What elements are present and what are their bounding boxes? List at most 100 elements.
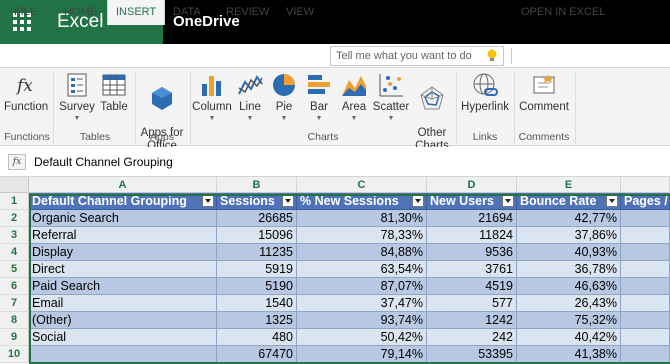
- table-cell[interactable]: 79,14%: [297, 346, 427, 363]
- table-header-cell[interactable]: Bounce Rate: [517, 193, 621, 210]
- formula-input[interactable]: Default Channel Grouping: [34, 154, 173, 170]
- line-chart-button[interactable]: Line ▼: [233, 72, 267, 123]
- table-cell[interactable]: Display: [29, 244, 217, 261]
- table-cell[interactable]: 3761: [427, 261, 517, 278]
- table-cell[interactable]: 40,42%: [517, 329, 621, 346]
- table-cell[interactable]: 4519: [427, 278, 517, 295]
- table-cell[interactable]: 480: [217, 329, 297, 346]
- table-cell[interactable]: 37,86%: [517, 227, 621, 244]
- table-cell[interactable]: 577: [427, 295, 517, 312]
- row-header[interactable]: 7: [0, 295, 29, 312]
- table-cell[interactable]: 67470: [217, 346, 297, 363]
- tab-data[interactable]: DATA: [173, 0, 201, 24]
- table-cell[interactable]: 87,07%: [297, 278, 427, 295]
- table-cell[interactable]: 21694: [427, 210, 517, 227]
- tab-home[interactable]: HOME: [64, 0, 97, 24]
- column-header-e[interactable]: E: [517, 177, 621, 193]
- table-cell[interactable]: 1242: [427, 312, 517, 329]
- comment-button[interactable]: Comment: [516, 72, 572, 114]
- table-cell[interactable]: 78,33%: [297, 227, 427, 244]
- table-cell[interactable]: 242: [427, 329, 517, 346]
- row-header[interactable]: 6: [0, 278, 29, 295]
- column-header-a[interactable]: A: [29, 177, 217, 193]
- select-all-corner[interactable]: [0, 177, 29, 193]
- table-cell[interactable]: [621, 346, 670, 363]
- filter-dropdown-icon[interactable]: [606, 195, 618, 207]
- column-chart-button[interactable]: Column ▼: [192, 72, 232, 123]
- table-cell[interactable]: 1325: [217, 312, 297, 329]
- table-cell[interactable]: 53395: [427, 346, 517, 363]
- table-cell[interactable]: 75,32%: [517, 312, 621, 329]
- scatter-chart-button[interactable]: Scatter ▼: [371, 72, 411, 123]
- column-header-f[interactable]: [621, 177, 670, 193]
- table-cell[interactable]: (Other): [29, 312, 217, 329]
- table-cell[interactable]: 9536: [427, 244, 517, 261]
- row-header[interactable]: 8: [0, 312, 29, 329]
- table-cell[interactable]: [621, 244, 670, 261]
- table-cell[interactable]: [621, 261, 670, 278]
- table-cell[interactable]: 26685: [217, 210, 297, 227]
- filter-dropdown-icon[interactable]: [412, 195, 424, 207]
- table-cell[interactable]: 26,43%: [517, 295, 621, 312]
- table-cell[interactable]: 63,54%: [297, 261, 427, 278]
- table-cell[interactable]: [621, 227, 670, 244]
- table-cell[interactable]: 50,42%: [297, 329, 427, 346]
- table-cell[interactable]: 5919: [217, 261, 297, 278]
- row-header[interactable]: 2: [0, 210, 29, 227]
- table-cell[interactable]: Referral: [29, 227, 217, 244]
- table-cell[interactable]: [621, 210, 670, 227]
- area-chart-button[interactable]: Area ▼: [337, 72, 371, 123]
- column-header-b[interactable]: B: [217, 177, 297, 193]
- pie-chart-button[interactable]: Pie ▼: [268, 72, 300, 123]
- filter-dropdown-icon[interactable]: [502, 195, 514, 207]
- table-cell[interactable]: Direct: [29, 261, 217, 278]
- table-header-cell[interactable]: Sessions: [217, 193, 297, 210]
- table-cell[interactable]: 41,38%: [517, 346, 621, 363]
- table-cell[interactable]: 81,30%: [297, 210, 427, 227]
- table-cell[interactable]: 5190: [217, 278, 297, 295]
- table-cell[interactable]: 11235: [217, 244, 297, 261]
- survey-button[interactable]: Survey ▼: [57, 72, 97, 123]
- table-cell[interactable]: 15096: [217, 227, 297, 244]
- table-cell[interactable]: [621, 295, 670, 312]
- table-header-cell[interactable]: Pages /: [621, 193, 670, 210]
- table-header-cell[interactable]: Default Channel Grouping: [29, 193, 217, 210]
- table-cell[interactable]: 84,88%: [297, 244, 427, 261]
- table-cell[interactable]: Social: [29, 329, 217, 346]
- table-header-cell[interactable]: New Users: [427, 193, 517, 210]
- table-cell[interactable]: Organic Search: [29, 210, 217, 227]
- row-header[interactable]: 1: [0, 193, 29, 210]
- hyperlink-button[interactable]: Hyperlink: [458, 72, 512, 114]
- tab-file[interactable]: FILE: [14, 0, 37, 24]
- table-cell[interactable]: [621, 312, 670, 329]
- table-header-cell[interactable]: % New Sessions: [297, 193, 427, 210]
- bar-chart-button[interactable]: Bar ▼: [302, 72, 336, 123]
- filter-dropdown-icon[interactable]: [282, 195, 294, 207]
- column-header-d[interactable]: D: [427, 177, 517, 193]
- table-cell[interactable]: 93,74%: [297, 312, 427, 329]
- table-cell[interactable]: 1540: [217, 295, 297, 312]
- fx-icon[interactable]: fx: [8, 154, 26, 170]
- table-cell[interactable]: [29, 346, 217, 363]
- row-header[interactable]: 10: [0, 346, 29, 363]
- table-cell[interactable]: 37,47%: [297, 295, 427, 312]
- spreadsheet-grid[interactable]: A B C D E 1 Default Channel Grouping Sessi…: [0, 177, 670, 364]
- tab-view[interactable]: VIEW: [286, 0, 314, 24]
- table-cell[interactable]: Email: [29, 295, 217, 312]
- row-header[interactable]: 3: [0, 227, 29, 244]
- table-cell[interactable]: 11824: [427, 227, 517, 244]
- table-cell[interactable]: [621, 278, 670, 295]
- table-button[interactable]: Table: [98, 72, 130, 114]
- table-cell[interactable]: 42,77%: [517, 210, 621, 227]
- tab-review[interactable]: REVIEW: [226, 0, 269, 24]
- tell-me-search-input[interactable]: Tell me what you want to do: [330, 46, 504, 66]
- tab-insert[interactable]: INSERT: [107, 0, 166, 25]
- filter-dropdown-icon[interactable]: [202, 195, 214, 207]
- column-header-c[interactable]: C: [297, 177, 427, 193]
- open-in-excel-button[interactable]: OPEN IN EXCEL: [521, 0, 605, 24]
- table-cell[interactable]: 40,93%: [517, 244, 621, 261]
- table-cell[interactable]: 36,78%: [517, 261, 621, 278]
- row-header[interactable]: 4: [0, 244, 29, 261]
- table-cell[interactable]: [621, 329, 670, 346]
- table-cell[interactable]: Paid Search: [29, 278, 217, 295]
